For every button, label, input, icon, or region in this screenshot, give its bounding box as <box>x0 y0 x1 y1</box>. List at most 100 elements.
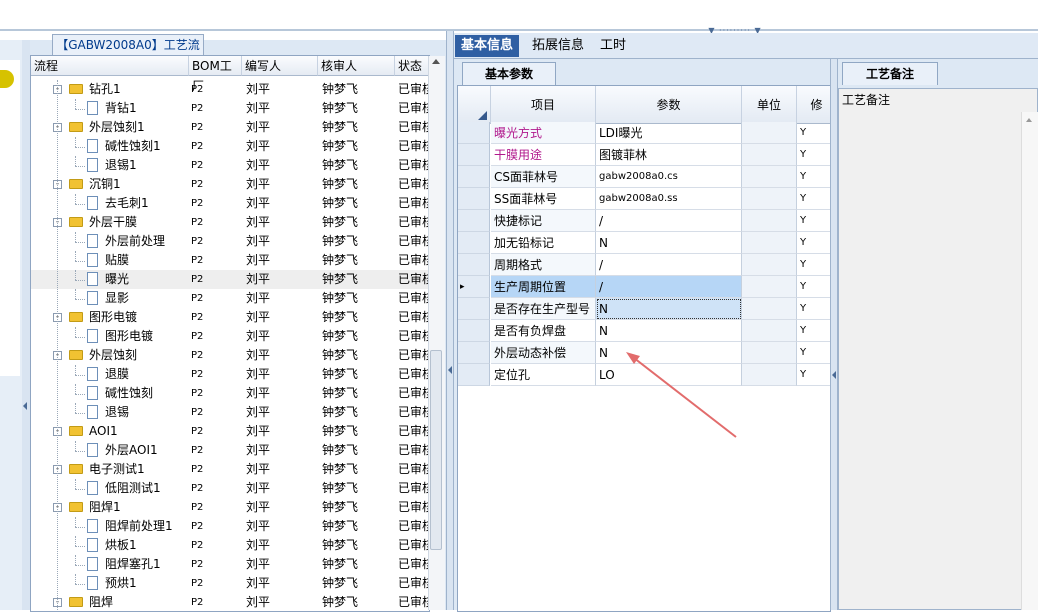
row-indicator[interactable] <box>458 210 490 232</box>
tree-row[interactable]: 阻焊前处理1 P2 刘平 钟梦飞 已审核 <box>31 517 429 536</box>
tree-row[interactable]: 阻焊塞孔1 P2 刘平 钟梦飞 已审核 <box>31 555 429 574</box>
tree-row[interactable]: 背钻1 P2 刘平 钟梦飞 已审核 <box>31 99 429 118</box>
tree-row[interactable]: 去毛刺1 P2 刘平 钟梦飞 已审核 <box>31 194 429 213</box>
tree-row[interactable]: 烘板1 P2 刘平 钟梦飞 已审核 <box>31 536 429 555</box>
tree-row[interactable]: -图形电镀P2刘平钟梦飞已审核 <box>31 308 429 327</box>
tree-scrollbar-thumb[interactable] <box>430 350 442 550</box>
tab-basic-params[interactable]: 基本参数 <box>462 62 556 85</box>
row-indicator[interactable] <box>458 166 490 188</box>
process-notes-field[interactable] <box>838 88 1038 610</box>
notes-vertical-scrollbar[interactable] <box>1021 112 1038 610</box>
tree-row[interactable]: 退膜 P2 刘平 钟梦飞 已审核 <box>31 365 429 384</box>
tree-row[interactable]: 退锡1 P2 刘平 钟梦飞 已审核 <box>31 156 429 175</box>
params-column-header[interactable]: 项目 <box>491 86 596 124</box>
param-value-cell[interactable]: / <box>596 210 742 232</box>
params-row[interactable]: 加无铅标记 N Y <box>458 232 830 254</box>
tab-extended-info[interactable]: 拓展信息 <box>526 35 590 57</box>
tab-process-notes[interactable]: 工艺备注 <box>842 62 938 85</box>
tab-work-hours[interactable]: 工时 <box>594 35 632 57</box>
tree-row[interactable]: -电子测试1P2刘平钟梦飞已审核 <box>31 460 429 479</box>
tree-connector <box>75 384 76 394</box>
params-column-header[interactable]: 参数 <box>596 86 742 124</box>
writer-cell: 刘平 <box>246 196 271 210</box>
reviewer-cell: 钟梦飞 <box>322 158 359 172</box>
document-icon <box>87 291 98 305</box>
tree-row[interactable]: -阻焊1P2刘平钟梦飞已审核 <box>31 498 429 517</box>
tree-column-header[interactable]: BOM工厂 <box>189 56 242 93</box>
params-row[interactable]: SS面菲林号 gabw2008a0.ss Y <box>458 188 830 210</box>
scroll-up-icon[interactable] <box>1026 118 1032 122</box>
status-cell: 已审核 <box>398 481 429 495</box>
bom-factory-cell: P2 <box>191 540 204 551</box>
row-indicator[interactable] <box>458 254 490 276</box>
row-indicator[interactable] <box>458 320 490 342</box>
param-value-cell[interactable]: gabw2008a0.ss <box>596 188 742 210</box>
row-indicator[interactable] <box>458 232 490 254</box>
tree-row[interactable]: 退锡 P2 刘平 钟梦飞 已审核 <box>31 403 429 422</box>
tree-row[interactable]: -AOI1P2刘平钟梦飞已审核 <box>31 422 429 441</box>
row-indicator[interactable] <box>458 188 490 210</box>
row-indicator[interactable] <box>458 342 490 364</box>
bom-factory-cell: P2 <box>191 388 204 399</box>
tree-row[interactable]: 低阻测试1 P2 刘平 钟梦飞 已审核 <box>31 479 429 498</box>
param-value-cell[interactable]: LDI曝光 <box>596 122 742 144</box>
row-indicator[interactable] <box>458 298 490 320</box>
middle-splitter[interactable] <box>446 31 454 610</box>
tree-row[interactable]: 贴膜 P2 刘平 钟梦飞 已审核 <box>31 251 429 270</box>
row-indicator[interactable] <box>458 364 490 386</box>
params-column-header[interactable]: 修 <box>797 86 830 124</box>
process-tree-grid[interactable]: 流程BOM工厂编写人核审人状态 -钻孔1P2刘平钟梦飞已审核背钻1P2刘平钟梦飞… <box>30 55 430 612</box>
params-column-header[interactable]: 单位 <box>742 86 797 124</box>
tab-basic-info[interactable]: 基本信息 <box>455 35 520 57</box>
params-row[interactable]: 快捷标记 / Y <box>458 210 830 232</box>
param-value-cell[interactable]: / <box>596 276 742 298</box>
tree-row[interactable]: 显影 P2 刘平 钟梦飞 已审核 <box>31 289 429 308</box>
right-splitter[interactable] <box>830 59 838 610</box>
param-value-cell[interactable]: N <box>596 232 742 254</box>
tree-row[interactable]: 图形电镀 P2 刘平 钟梦飞 已审核 <box>31 327 429 346</box>
tree-row[interactable]: 碱性蚀刻 P2 刘平 钟梦飞 已审核 <box>31 384 429 403</box>
status-cell: 已审核 <box>398 158 429 172</box>
tree-column-header[interactable]: 核审人 <box>318 56 395 76</box>
tree-row[interactable]: 外层前处理 P2 刘平 钟梦飞 已审核 <box>31 232 429 251</box>
param-value-cell[interactable]: gabw2008a0.cs <box>596 166 742 188</box>
param-unit-cell <box>742 298 797 320</box>
writer-cell: 刘平 <box>246 234 271 248</box>
tree-column-header[interactable]: 编写人 <box>242 56 318 76</box>
params-row[interactable]: 周期格式 / Y <box>458 254 830 276</box>
writer-cell: 刘平 <box>246 120 271 134</box>
param-value-cell[interactable]: N <box>596 320 742 342</box>
splitter-arrow-icon[interactable] <box>23 402 27 410</box>
params-row[interactable]: 是否存在生产型号 N Y <box>458 298 830 320</box>
tree-row[interactable]: 预烘1 P2 刘平 钟梦飞 已审核 <box>31 574 429 593</box>
tree-row[interactable]: -外层蚀刻P2刘平钟梦飞已审核 <box>31 346 429 365</box>
param-value-cell[interactable]: N <box>596 298 742 320</box>
status-cell: 已审核 <box>398 329 429 343</box>
tree-row[interactable]: -外层干膜P2刘平钟梦飞已审核 <box>31 213 429 232</box>
params-row[interactable]: ▸ 生产周期位置 / Y <box>458 276 830 298</box>
param-value-cell[interactable]: 图镀菲林 <box>596 144 742 166</box>
row-indicator[interactable]: ▸ <box>458 276 490 298</box>
scroll-up-icon[interactable] <box>432 59 440 64</box>
splitter-arrow-icon[interactable] <box>832 371 836 379</box>
tree-row[interactable]: 碱性蚀刻1 P2 刘平 钟梦飞 已审核 <box>31 137 429 156</box>
tree-column-header[interactable]: 流程 <box>31 56 189 76</box>
tree-column-header[interactable]: 状态 <box>395 56 429 76</box>
param-value-cell[interactable]: / <box>596 254 742 276</box>
tree-row[interactable]: -钻孔1P2刘平钟梦飞已审核 <box>31 80 429 99</box>
row-indicator[interactable] <box>458 122 490 144</box>
tab-process-flow[interactable]: 【GABW2008A0】工艺流程 <box>52 34 204 72</box>
splitter-arrow-icon[interactable] <box>448 366 452 374</box>
params-row[interactable]: CS面菲林号 gabw2008a0.cs Y <box>458 166 830 188</box>
tree-row[interactable]: -外层蚀刻1P2刘平钟梦飞已审核 <box>31 118 429 137</box>
tree-row[interactable]: -阻焊P2刘平钟梦飞已审核 <box>31 593 429 611</box>
params-row[interactable]: 曝光方式 LDI曝光 Y <box>458 122 830 144</box>
tree-row[interactable]: 曝光 P2 刘平 钟梦飞 已审核 <box>31 270 429 289</box>
params-row[interactable]: 干膜用途 图镀菲林 Y <box>458 144 830 166</box>
tree-row[interactable]: -沉铜1P2刘平钟梦飞已审核 <box>31 175 429 194</box>
reviewer-cell: 钟梦飞 <box>322 576 359 590</box>
reviewer-cell: 钟梦飞 <box>322 310 359 324</box>
row-indicator[interactable] <box>458 144 490 166</box>
params-row[interactable]: 是否有负焊盘 N Y <box>458 320 830 342</box>
tree-row[interactable]: 外层AOI1 P2 刘平 钟梦飞 已审核 <box>31 441 429 460</box>
